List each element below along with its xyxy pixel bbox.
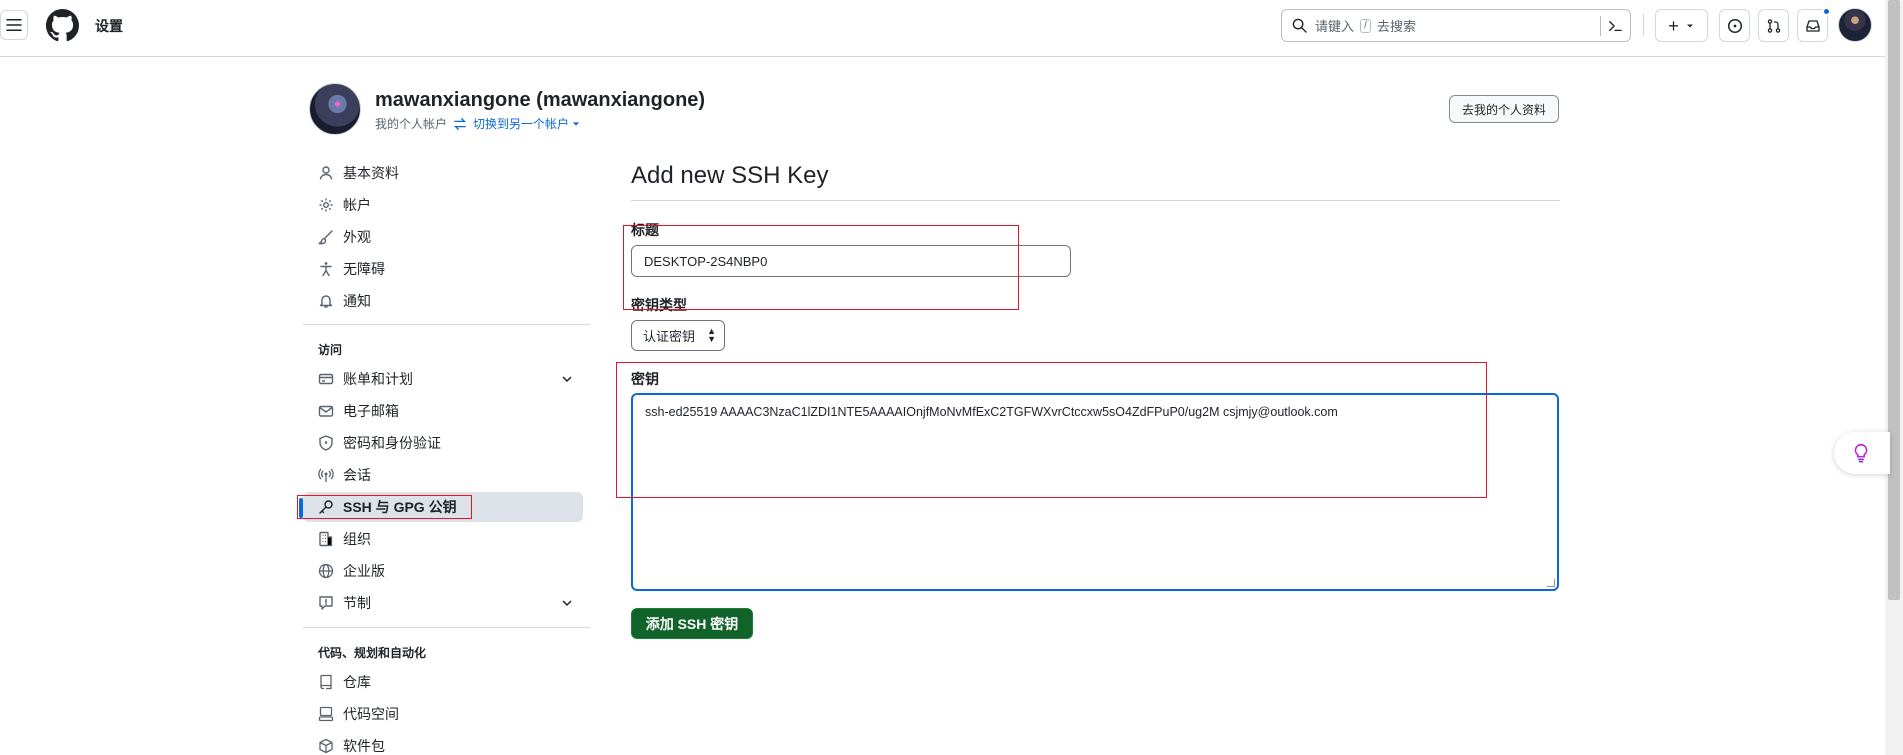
- profile-name: mawanxiangone (mawanxiangone): [375, 89, 706, 111]
- user-avatar[interactable]: [1838, 8, 1872, 42]
- sidebar-item-appearance[interactable]: 外观: [303, 222, 583, 252]
- sidebar-item-label: 电子邮箱: [343, 403, 399, 419]
- search-input[interactable]: 请键入 / 去搜索: [1281, 9, 1631, 42]
- sidebar-item-profile[interactable]: 基本资料: [303, 158, 583, 188]
- annotation-box-sidebar: [297, 495, 472, 519]
- annotation-box-key: [616, 362, 1487, 498]
- organization-icon: [318, 531, 334, 547]
- arrow-switch-icon: [454, 117, 466, 130]
- shield-lock-icon: [318, 435, 334, 451]
- accessibility-icon: [318, 261, 334, 277]
- issues-button[interactable]: [1719, 9, 1750, 42]
- codespaces-icon: [318, 706, 334, 722]
- sidebar-item-notifications[interactable]: 通知: [303, 286, 583, 316]
- sidebar-item-emails[interactable]: 电子邮箱: [303, 396, 583, 426]
- menu-button[interactable]: [0, 10, 28, 40]
- key-type-select[interactable]: 认证密钥 ▲ ▼: [631, 320, 725, 351]
- add-ssh-key-button[interactable]: 添加 SSH 密钥: [631, 608, 753, 639]
- inbox-icon: [1805, 19, 1820, 32]
- sidebar-item-label: 外观: [343, 229, 371, 245]
- pull-requests-button[interactable]: [1758, 9, 1789, 42]
- sidebar-item-organizations[interactable]: 组织: [303, 524, 583, 554]
- profile-avatar[interactable]: [309, 83, 361, 135]
- sidebar-item-label: 无障碍: [343, 261, 385, 277]
- sidebar-item-label: 企业版: [343, 563, 385, 579]
- sidebar-item-label: 基本资料: [343, 165, 399, 181]
- profile-subtitle-row: 我的个人帐户 切换到另一个帐户: [375, 115, 580, 132]
- mail-icon: [318, 403, 334, 419]
- terminal-icon: [1609, 20, 1622, 32]
- github-logo-icon[interactable]: [46, 9, 79, 42]
- title-divider: [631, 200, 1560, 201]
- scrollbar-thumb[interactable]: [1888, 0, 1900, 600]
- page-title: Add new SSH Key: [631, 162, 829, 189]
- repo-icon: [318, 674, 334, 690]
- sidebar-item-label: 帐户: [343, 197, 371, 213]
- goto-profile-button[interactable]: 去我的个人资料: [1449, 95, 1559, 123]
- chevron-down-icon: [562, 376, 572, 383]
- lightbulb-icon: [1854, 443, 1868, 463]
- top-header: 设置 请键入 / 去搜索 +: [0, 0, 1885, 57]
- resize-grip-icon[interactable]: [1547, 579, 1555, 587]
- sidebar-item-label: 组织: [343, 531, 371, 547]
- sidebar-item-codespaces[interactable]: 代码空间: [303, 699, 583, 729]
- sidebar-item-label: 账单和计划: [343, 371, 413, 387]
- globe-icon: [318, 563, 334, 579]
- sidebar-item-label: 通知: [343, 293, 371, 309]
- plus-icon: +: [1668, 15, 1679, 36]
- sidebar-item-label: 会话: [343, 467, 371, 483]
- sidebar-item-account[interactable]: 帐户: [303, 190, 583, 220]
- triangle-down-icon: [1686, 24, 1693, 27]
- search-icon: [1292, 18, 1307, 33]
- search-placeholder-before: 请键入: [1315, 19, 1355, 34]
- sidebar-item-label: 软件包: [343, 738, 385, 754]
- sidebar-item-sessions[interactable]: 会话: [303, 460, 583, 490]
- floating-assistant-button[interactable]: [1834, 432, 1890, 474]
- package-icon: [318, 738, 334, 754]
- sidebar-item-repositories[interactable]: 仓库: [303, 667, 583, 697]
- annotation-box-title: [623, 225, 1019, 310]
- credit-card-icon: [318, 371, 334, 387]
- issue-opened-icon: [1727, 18, 1742, 33]
- sidebar-item-packages[interactable]: 软件包: [303, 731, 583, 755]
- gear-icon: [318, 197, 334, 213]
- sidebar-item-accessibility[interactable]: 无障碍: [303, 254, 583, 284]
- sidebar-item-moderation[interactable]: 节制: [303, 588, 583, 618]
- sidebar-divider: [303, 324, 590, 325]
- notification-dot: [1822, 7, 1831, 16]
- search-placeholder-after: 去搜索: [1377, 19, 1417, 34]
- person-icon: [318, 165, 334, 181]
- sidebar-heading-code: 代码、规划和自动化: [318, 646, 427, 660]
- switch-account-link[interactable]: 切换到另一个帐户: [473, 115, 569, 132]
- report-icon: [318, 595, 334, 611]
- command-palette-button[interactable]: [1600, 16, 1622, 36]
- page-scrollbar[interactable]: [1885, 0, 1903, 755]
- triangle-down-icon: [572, 121, 580, 126]
- paintbrush-icon: [318, 229, 334, 245]
- git-pull-request-icon: [1767, 18, 1780, 33]
- chevron-down-icon: [562, 600, 572, 607]
- sidebar-item-label: 仓库: [343, 674, 371, 690]
- sidebar-item-label: 节制: [343, 595, 371, 611]
- sidebar-item-label: 代码空间: [343, 706, 399, 722]
- sidebar-item-enterprises[interactable]: 企业版: [303, 556, 583, 586]
- bell-icon: [318, 293, 334, 309]
- create-new-button[interactable]: +: [1655, 9, 1708, 42]
- page-context-title: 设置: [95, 18, 123, 34]
- sidebar-heading-access: 访问: [318, 343, 343, 357]
- sidebar-item-security[interactable]: 密码和身份验证: [303, 428, 583, 458]
- broadcast-icon: [318, 467, 334, 483]
- sidebar-item-label: 密码和身份验证: [343, 435, 441, 451]
- select-arrows-icon: ▲ ▼: [707, 326, 716, 344]
- search-shortcut-key: /: [1360, 18, 1372, 33]
- account-type-label: 我的个人帐户: [375, 117, 448, 131]
- header-divider: [1643, 14, 1644, 36]
- key-type-selected: 认证密钥: [643, 329, 696, 344]
- sidebar-divider: [303, 627, 590, 628]
- hamburger-icon: [6, 19, 22, 31]
- sidebar-item-billing[interactable]: 账单和计划: [303, 364, 583, 394]
